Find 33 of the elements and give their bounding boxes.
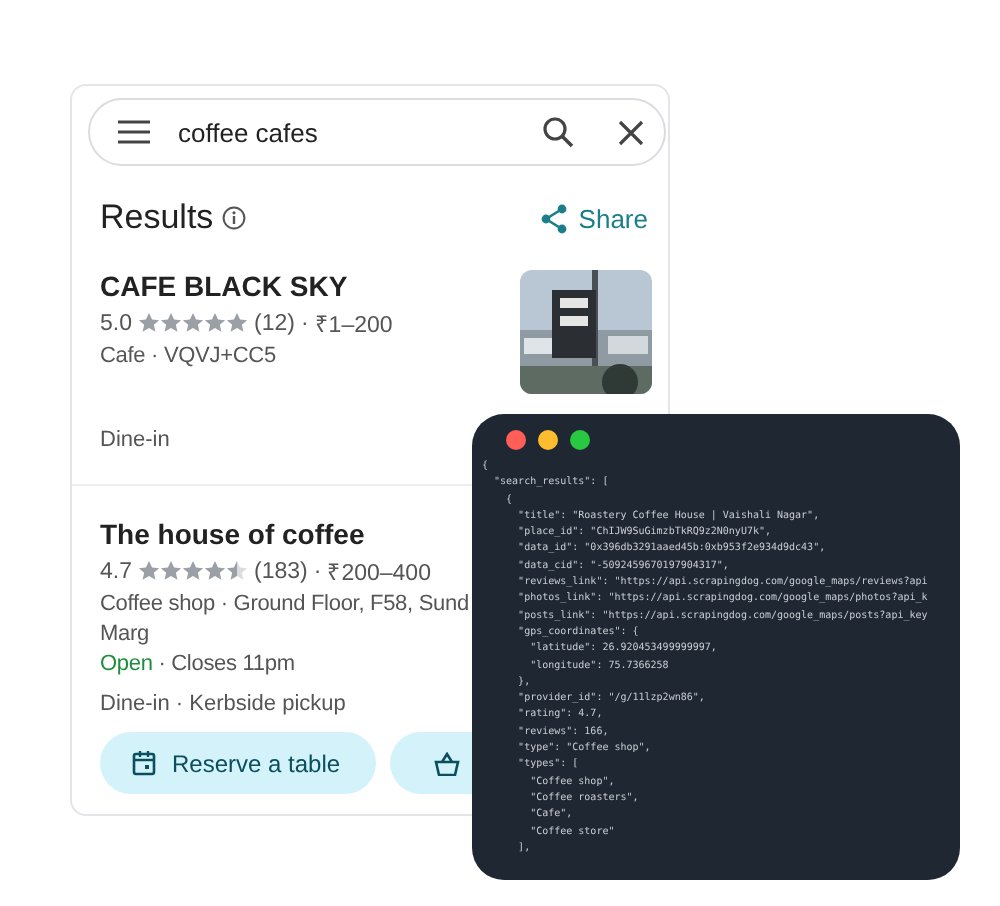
place-name[interactable]: CAFE BLACK SKY [100,270,348,302]
place-detail: Coffee shop · Ground Floor, F58, Sund [100,592,469,616]
review-count: (183) [254,559,308,583]
share-icon [540,203,569,233]
search-icon[interactable] [542,116,574,148]
maximize-dot[interactable] [570,430,590,450]
reserve-button[interactable]: Reserve a table [100,732,377,794]
separator-dot: · [300,311,309,335]
place-detail: Cafe · VQVJ+CC5 [100,344,276,368]
separator-dot: · [313,559,322,583]
menu-icon[interactable] [118,120,150,144]
order-button[interactable] [390,732,477,794]
calendar-icon [132,750,156,776]
info-icon[interactable] [221,206,246,230]
review-count: (12) [254,311,295,335]
service-options: Dine-in · Kerbside pickup [100,692,346,716]
minimize-dot[interactable] [538,430,558,450]
rating-value: 4.7 [100,559,132,583]
price-range: ₹1–200 [314,312,393,338]
search-query: coffee cafes [178,117,320,147]
service-options: Dine-in [100,428,170,452]
price-range: ₹200–400 [327,560,431,586]
results-title: Results [100,198,214,238]
place-detail: Marg [100,622,149,646]
close-dot[interactable] [506,430,526,450]
close-icon[interactable] [618,119,644,145]
place-name[interactable]: The house of coffee [100,518,365,550]
open-status: Open [100,652,153,676]
share-button[interactable]: Share [540,203,648,233]
rating-value: 5.0 [100,311,132,335]
search-field[interactable]: coffee cafes [88,98,666,166]
closing-hours: · Closes 11pm [158,652,295,676]
bag-icon [434,751,461,775]
